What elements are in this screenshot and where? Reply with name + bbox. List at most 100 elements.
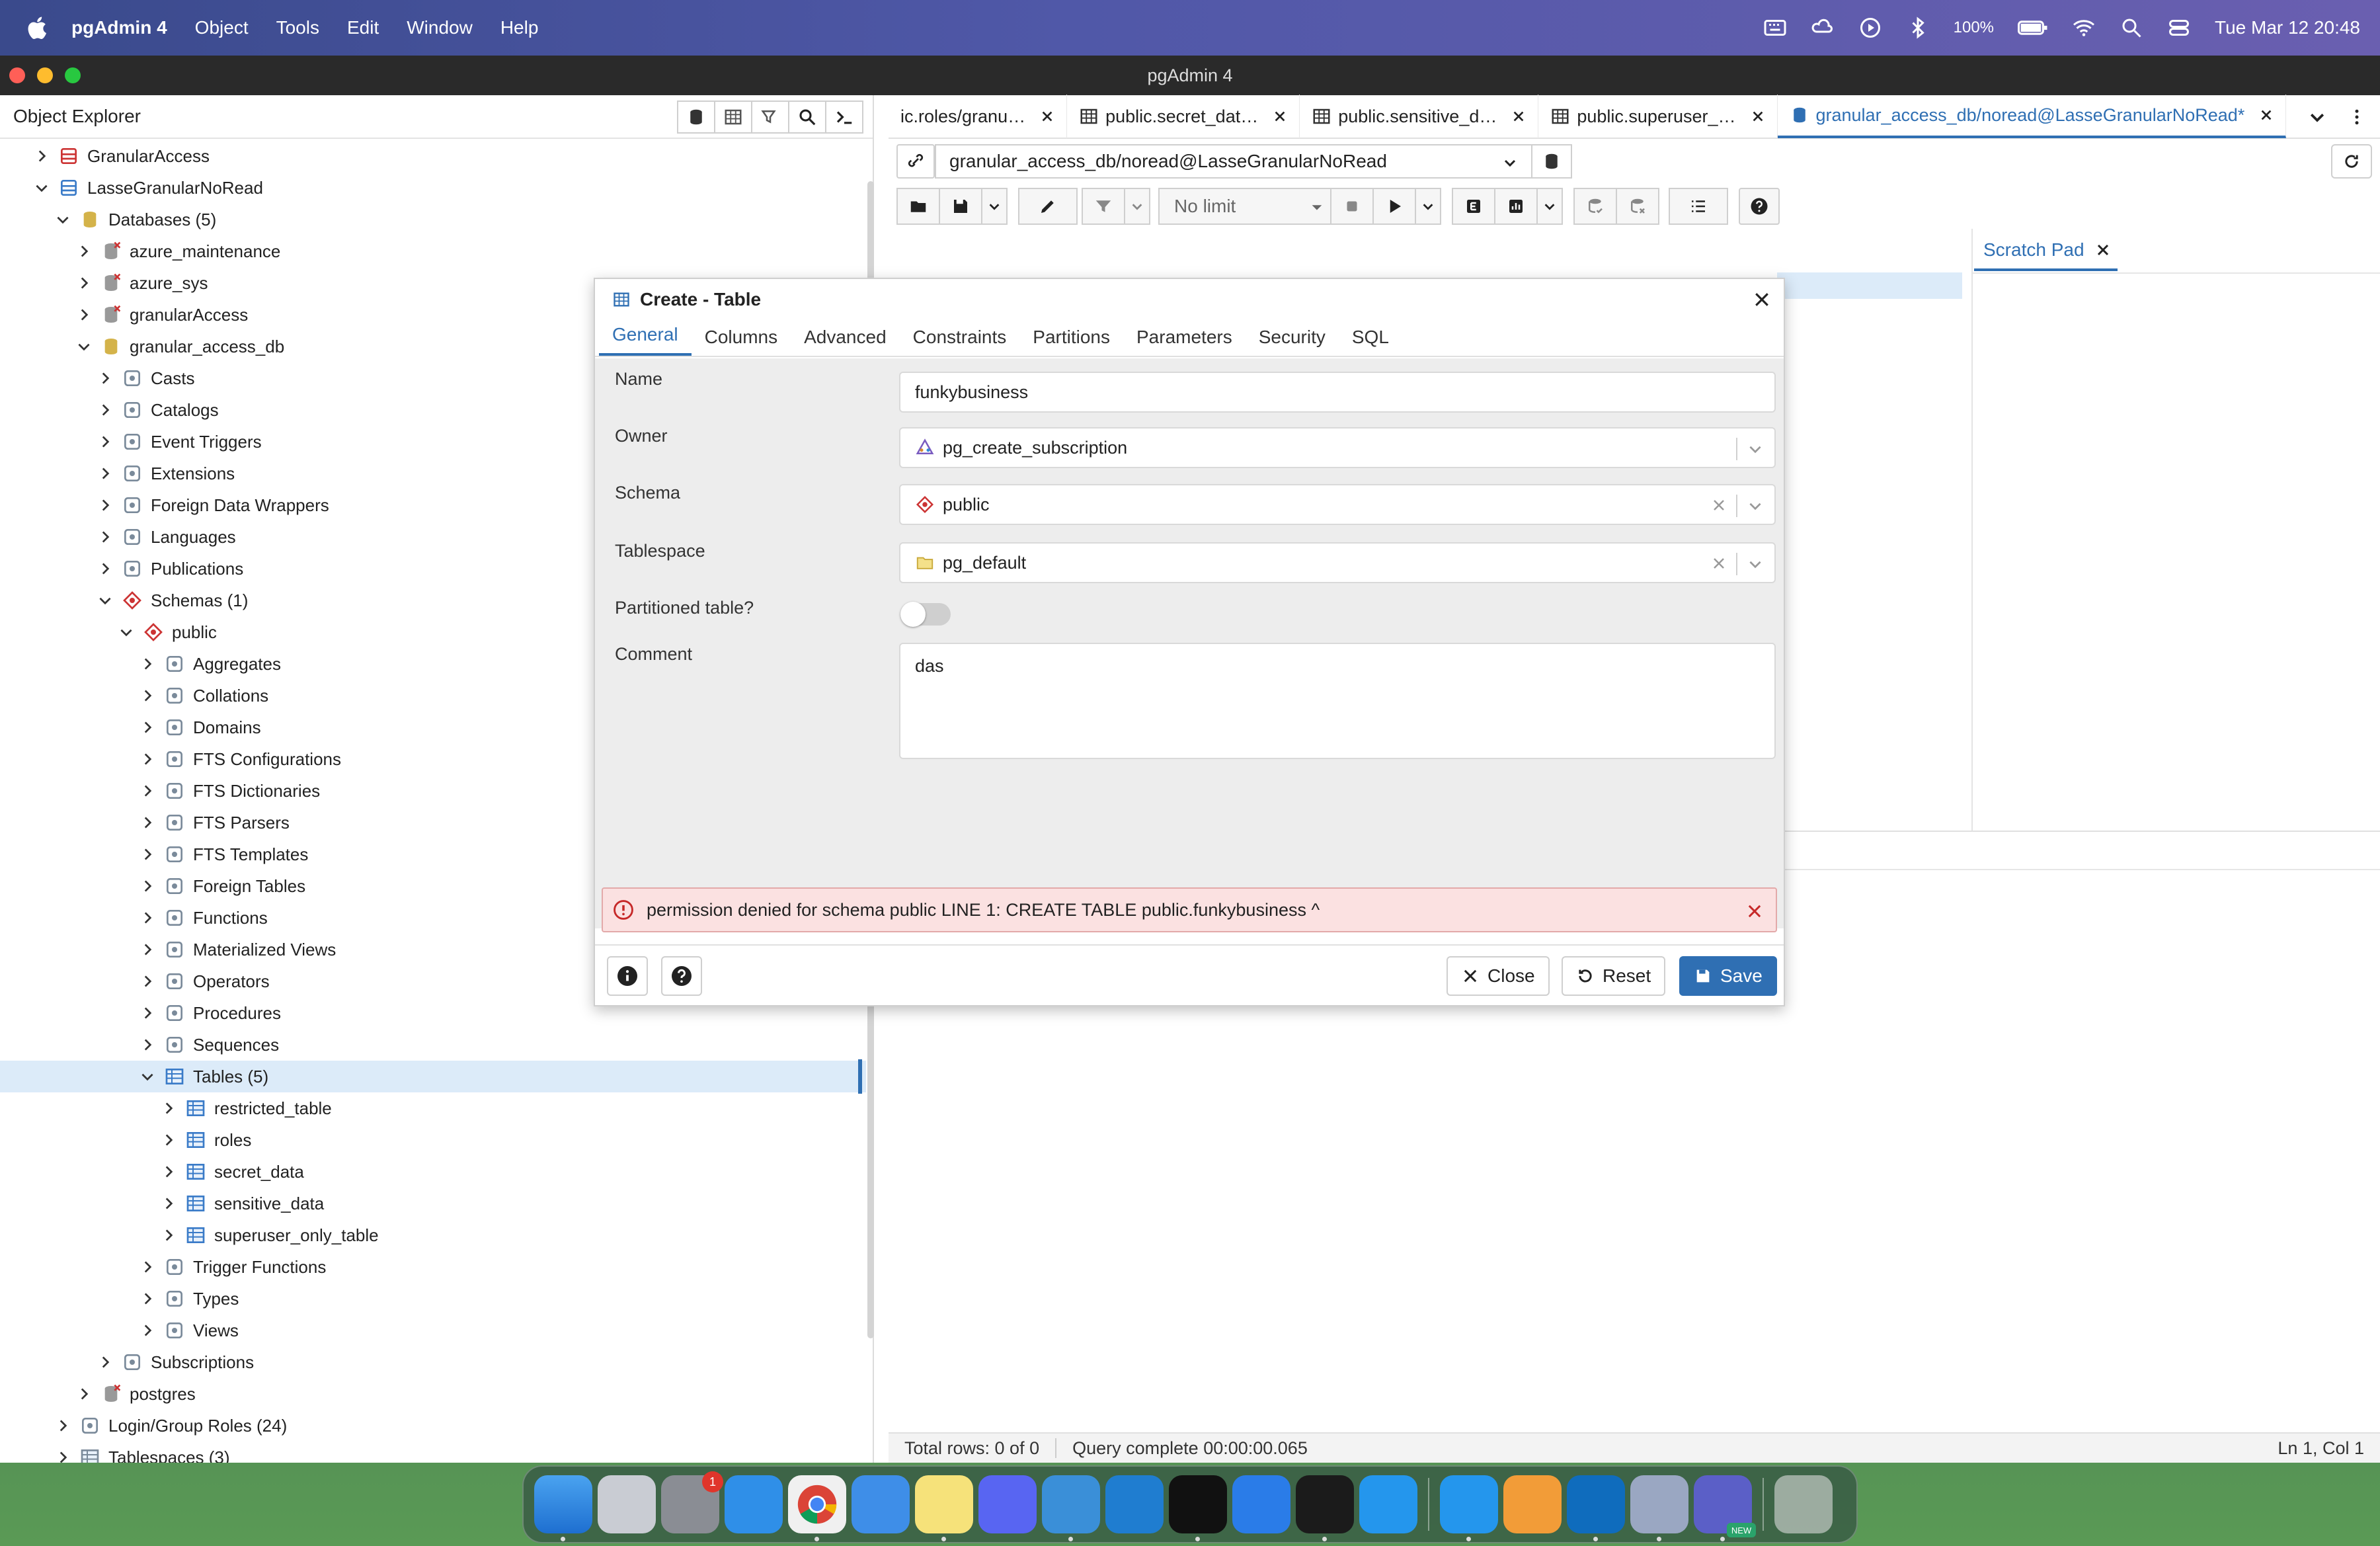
chevron-right-icon[interactable] (75, 306, 93, 323)
battery-icon[interactable] (2018, 16, 2048, 40)
tree-node[interactable]: secret_data (0, 1156, 866, 1188)
tree-node[interactable]: roles (0, 1124, 866, 1156)
discord-icon[interactable] (978, 1475, 1037, 1533)
stop-button[interactable] (1330, 188, 1374, 225)
chevron-right-icon[interactable] (139, 909, 156, 926)
tab-constraints[interactable]: Constraints (900, 327, 1020, 356)
chevron-right-icon[interactable] (97, 433, 114, 450)
scratch-pad-tab[interactable]: Scratch Pad (1974, 231, 2118, 271)
window-titlebar[interactable]: pgAdmin 4 (0, 56, 2380, 95)
new-connection-button[interactable] (1531, 144, 1572, 179)
spotlight-search-icon[interactable] (2120, 16, 2143, 40)
chevron-right-icon[interactable] (54, 1449, 71, 1463)
search-objects-button[interactable] (788, 101, 826, 134)
filter-button[interactable] (1082, 188, 1125, 225)
tree-node[interactable]: Views (0, 1315, 866, 1346)
trash-icon[interactable] (1774, 1475, 1833, 1533)
close-icon[interactable] (1273, 109, 1287, 124)
psql-tool-button[interactable] (825, 101, 863, 134)
chevron-right-icon[interactable] (139, 1036, 156, 1053)
close-button[interactable]: Close (1447, 956, 1550, 996)
explain-options-button[interactable] (1536, 188, 1563, 225)
tab-columns[interactable]: Columns (692, 327, 791, 356)
save-button[interactable]: Save (1679, 956, 1777, 996)
chevron-down-icon[interactable] (139, 1068, 156, 1085)
outlook-icon[interactable] (1567, 1475, 1625, 1541)
chevron-right-icon[interactable] (139, 846, 156, 863)
close-icon[interactable] (2095, 242, 2111, 258)
help-button[interactable] (1739, 188, 1780, 225)
window-maximize-button[interactable] (65, 67, 81, 83)
tab-partitions[interactable]: Partitions (1019, 327, 1123, 356)
chevron-down-icon[interactable] (97, 592, 114, 609)
chevron-right-icon[interactable] (97, 560, 114, 577)
explain-button[interactable] (1452, 188, 1495, 225)
teams-icon[interactable]: NEW (1694, 1475, 1756, 1541)
mail-icon[interactable] (852, 1475, 910, 1533)
chevron-right-icon[interactable] (139, 1258, 156, 1276)
fork-icon[interactable] (1042, 1475, 1100, 1541)
weather-icon[interactable] (1811, 16, 1835, 40)
tree-node[interactable]: Trigger Functions (0, 1251, 866, 1283)
tree-node[interactable]: superuser_only_table (0, 1219, 866, 1251)
close-icon[interactable] (1040, 109, 1054, 124)
chevron-right-icon[interactable] (139, 1290, 156, 1307)
tab-general[interactable]: General (599, 324, 692, 356)
chevron-right-icon[interactable] (139, 1004, 156, 1022)
docker-desktop-icon[interactable] (1440, 1475, 1498, 1541)
chevron-right-icon[interactable] (139, 687, 156, 704)
chevron-right-icon[interactable] (97, 497, 114, 514)
tab-parameters[interactable]: Parameters (1123, 327, 1246, 356)
view-data-button[interactable] (714, 101, 752, 134)
chevron-right-icon[interactable] (160, 1131, 177, 1149)
menu-window[interactable]: Window (407, 17, 473, 38)
chevron-right-icon[interactable] (75, 243, 93, 260)
chevron-right-icon[interactable] (139, 751, 156, 768)
control-center-icon[interactable] (2167, 16, 2191, 40)
tablespace-select[interactable]: pg_default (899, 542, 1776, 583)
dialog-header[interactable]: Create - Table (595, 279, 1784, 320)
menu-edit[interactable]: Edit (347, 17, 379, 38)
tab-superuser[interactable]: public.superuser_… (1538, 95, 1778, 138)
clear-icon[interactable] (1711, 555, 1727, 571)
keyboard-icon[interactable] (1763, 16, 1787, 40)
chevron-right-icon[interactable] (160, 1163, 177, 1180)
tab-advanced[interactable]: Advanced (791, 327, 900, 356)
window-minimize-button[interactable] (37, 67, 53, 83)
apple-icon[interactable] (25, 15, 52, 41)
sublime-icon[interactable] (1503, 1475, 1562, 1533)
tab-roles[interactable]: ic.roles/granu… (889, 95, 1068, 138)
chevron-right-icon[interactable] (160, 1195, 177, 1212)
filter-rows-button[interactable] (751, 101, 789, 134)
chevron-right-icon[interactable] (139, 719, 156, 736)
launchpad-icon[interactable] (598, 1475, 656, 1533)
window-close-button[interactable] (9, 67, 25, 83)
clear-icon[interactable] (1711, 497, 1727, 513)
connection-status-button[interactable] (896, 144, 935, 179)
rollback-button[interactable] (1616, 188, 1659, 225)
execute-button[interactable] (1372, 188, 1416, 225)
tree-node[interactable]: LasseGranularNoRead (0, 172, 866, 204)
close-icon[interactable] (1745, 902, 1764, 920)
chevron-down-icon[interactable] (118, 624, 135, 641)
docker-icon[interactable] (1359, 1475, 1417, 1533)
tab-security[interactable]: Security (1246, 327, 1339, 356)
macros-button[interactable] (1669, 188, 1728, 225)
tree-node[interactable]: restricted_table (0, 1092, 866, 1124)
chevron-right-icon[interactable] (97, 528, 114, 546)
chevron-right-icon[interactable] (139, 814, 156, 831)
play-icon[interactable] (1858, 16, 1882, 40)
tree-node[interactable]: Subscriptions (0, 1346, 866, 1378)
tree-node[interactable]: GranularAccess (0, 140, 866, 172)
tree-node[interactable]: Sequences (0, 1029, 866, 1061)
tree-node[interactable]: Types (0, 1283, 866, 1315)
tree-node[interactable]: postgres (0, 1378, 866, 1410)
name-input[interactable]: funkybusiness (899, 372, 1776, 413)
pgadmin-icon[interactable] (1630, 1475, 1688, 1541)
vscode-icon[interactable] (1105, 1475, 1164, 1533)
chevron-right-icon[interactable] (97, 401, 114, 419)
open-file-button[interactable] (896, 188, 940, 225)
filter-options-button[interactable] (1124, 188, 1150, 225)
tree-node[interactable]: azure_maintenance (0, 235, 866, 267)
chevron-right-icon[interactable] (54, 1417, 71, 1434)
